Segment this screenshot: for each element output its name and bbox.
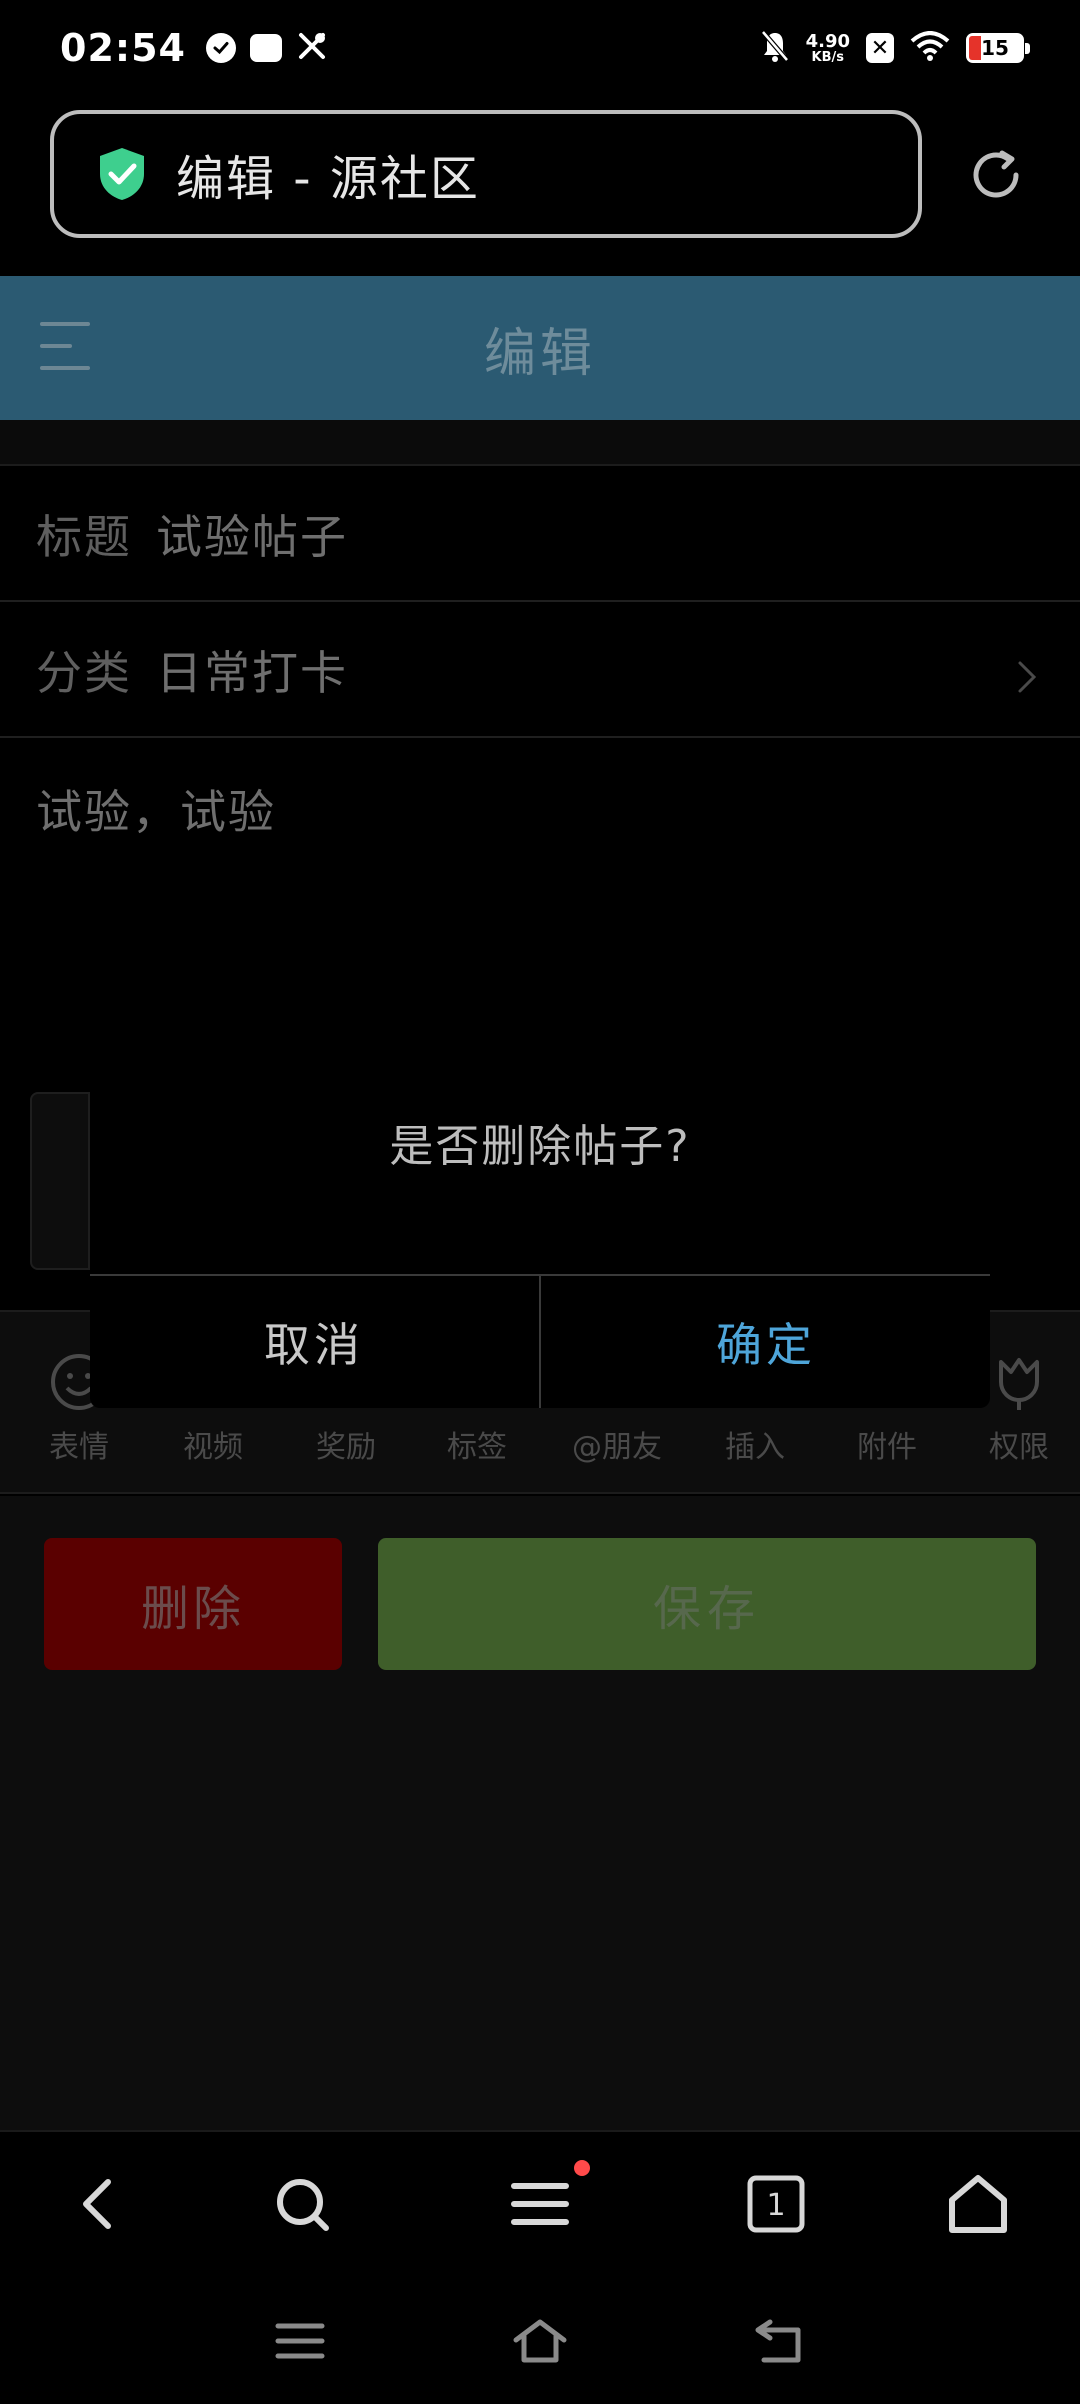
category-label: 分类 <box>36 646 132 700</box>
side-panel-stub <box>30 1092 90 1270</box>
tab-count: 1 <box>766 2188 785 2223</box>
title-label: 标题 <box>36 510 132 564</box>
notification-dot <box>574 2160 590 2176</box>
tools-icon <box>296 30 328 66</box>
app-header: 编辑 <box>0 276 1080 420</box>
save-button[interactable]: 保存 <box>378 1538 1036 1670</box>
delete-button[interactable]: 删除 <box>44 1538 342 1670</box>
dialog-message: 是否删除帖子? <box>389 1121 691 1172</box>
category-field[interactable]: 分类 日常打卡 <box>0 604 1080 738</box>
browser-nav-bar: 1 <box>0 2130 1080 2276</box>
search-icon[interactable] <box>270 2172 334 2236</box>
recents-icon[interactable] <box>272 2316 328 2366</box>
status-bar: 02:54 4.90 KB/s ✕ 15 <box>0 0 1080 96</box>
home-icon[interactable] <box>946 2172 1010 2236</box>
system-nav-bar <box>0 2276 1080 2404</box>
system-back-icon[interactable] <box>752 2316 808 2366</box>
net-speed: 4.90 KB/s <box>805 30 850 65</box>
category-value: 日常打卡 <box>156 646 348 700</box>
battery-icon: 15 <box>966 33 1030 63</box>
wifi-icon <box>910 31 950 65</box>
page-title: 编辑 <box>483 323 596 384</box>
confirm-button[interactable]: 确定 <box>542 1276 990 1408</box>
dialog-button-divider <box>539 1276 541 1408</box>
close-box-icon: ✕ <box>866 33 894 63</box>
hamburger-menu-icon[interactable] <box>40 322 90 370</box>
cancel-button[interactable]: 取消 <box>90 1276 538 1408</box>
shield-icon <box>96 146 148 202</box>
tabs-icon[interactable]: 1 <box>744 2172 808 2236</box>
title-value: 试验帖子 <box>156 510 348 564</box>
check-circle-icon <box>205 33 236 63</box>
action-area: 删除 保存 <box>0 1496 1080 2130</box>
menu-icon[interactable] <box>508 2172 572 2236</box>
address-text: 编辑 - 源社区 <box>176 151 480 207</box>
mute-bell-icon <box>760 29 790 67</box>
title-field[interactable]: 标题 试验帖子 <box>0 468 1080 602</box>
chevron-right-icon <box>1016 652 1038 693</box>
address-bar[interactable]: 编辑 - 源社区 <box>50 110 922 238</box>
reload-icon[interactable] <box>966 145 1026 205</box>
content-editor[interactable]: 试验，试验 <box>36 776 276 842</box>
tulip-icon <box>999 1358 1039 1410</box>
delete-confirm-dialog: 是否删除帖子? 取消 确定 <box>90 1050 990 1408</box>
status-time: 02:54 <box>60 26 186 70</box>
system-home-icon[interactable] <box>512 2316 568 2366</box>
vivo-icon <box>249 34 282 62</box>
back-icon[interactable] <box>68 2172 132 2236</box>
form-spacer <box>0 420 1080 466</box>
